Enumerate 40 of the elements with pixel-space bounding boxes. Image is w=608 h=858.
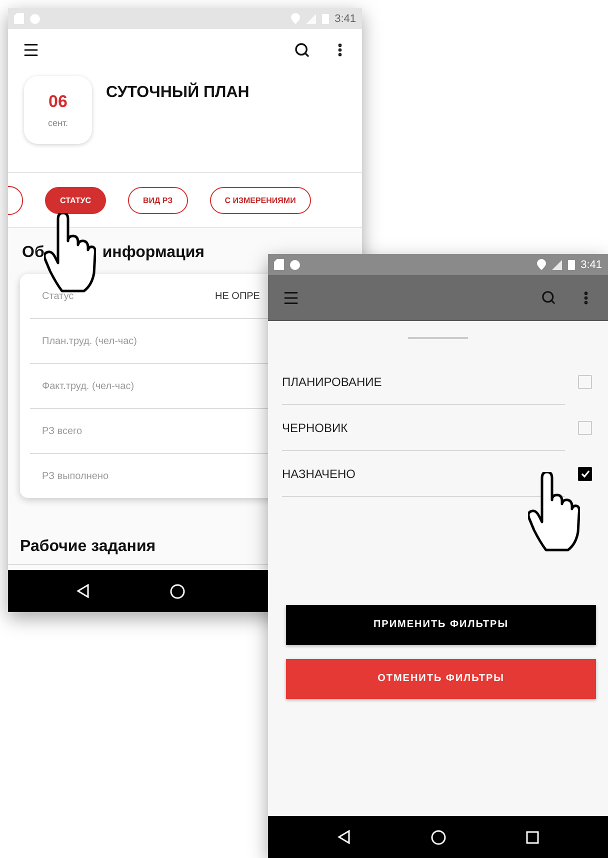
menu-icon[interactable] <box>22 41 40 59</box>
hand-cursor-icon <box>528 472 580 552</box>
apply-button[interactable]: ПРИМЕНИТЬ ФИЛЬТРЫ <box>286 604 596 644</box>
info-label: Факт.труд. (чел-час) <box>42 380 136 392</box>
signal-icon <box>552 260 562 270</box>
recents-button[interactable] <box>526 830 539 844</box>
circle-icon <box>290 260 300 270</box>
sd-card-icon <box>14 13 24 24</box>
circle-icon <box>30 14 40 24</box>
home-button[interactable] <box>170 584 185 598</box>
sd-card-icon <box>274 259 284 270</box>
filter-option: ЧЕРНОВИК <box>282 405 565 451</box>
filter-chip[interactable]: СТАТУС <box>45 186 106 214</box>
filter-option: ПЛАНИРОВАНИЕ <box>282 359 565 405</box>
status-time: 3:41 <box>580 258 602 270</box>
location-icon <box>536 259 546 270</box>
search-icon[interactable] <box>294 42 310 58</box>
home-button[interactable] <box>431 830 446 844</box>
info-label: План.труд. (чел-час) <box>42 336 138 346</box>
date-day: 06 <box>48 92 68 112</box>
section-title: информация <box>102 244 204 262</box>
filter-chip[interactable]: ВИД РЗ <box>128 186 188 214</box>
status-time: 3:41 <box>334 12 356 24</box>
check-icon <box>580 470 590 478</box>
back-button[interactable] <box>76 584 90 598</box>
info-label: Статус <box>42 290 75 302</box>
section-title: Рабочие задания <box>20 538 156 555</box>
info-value: НЕ ОПРЕ <box>215 290 260 302</box>
date-month: сент. <box>48 118 68 128</box>
battery-icon <box>568 259 575 270</box>
location-icon <box>290 13 300 24</box>
cancel-button[interactable]: ОТМЕНИТЬ ФИЛЬТРЫ <box>286 658 596 698</box>
battery-icon <box>322 13 329 24</box>
section-title: Об <box>22 244 44 262</box>
info-label: РЗ всего <box>42 426 84 436</box>
info-label: РЗ выполнено <box>42 470 110 482</box>
checkbox[interactable] <box>578 467 592 481</box>
page-title: СУТОЧНЫЙ ПЛАН <box>106 84 250 103</box>
filter-chip[interactable]: С ИЗМЕРЕНИЯМИ <box>210 186 311 214</box>
back-button[interactable] <box>337 830 351 844</box>
